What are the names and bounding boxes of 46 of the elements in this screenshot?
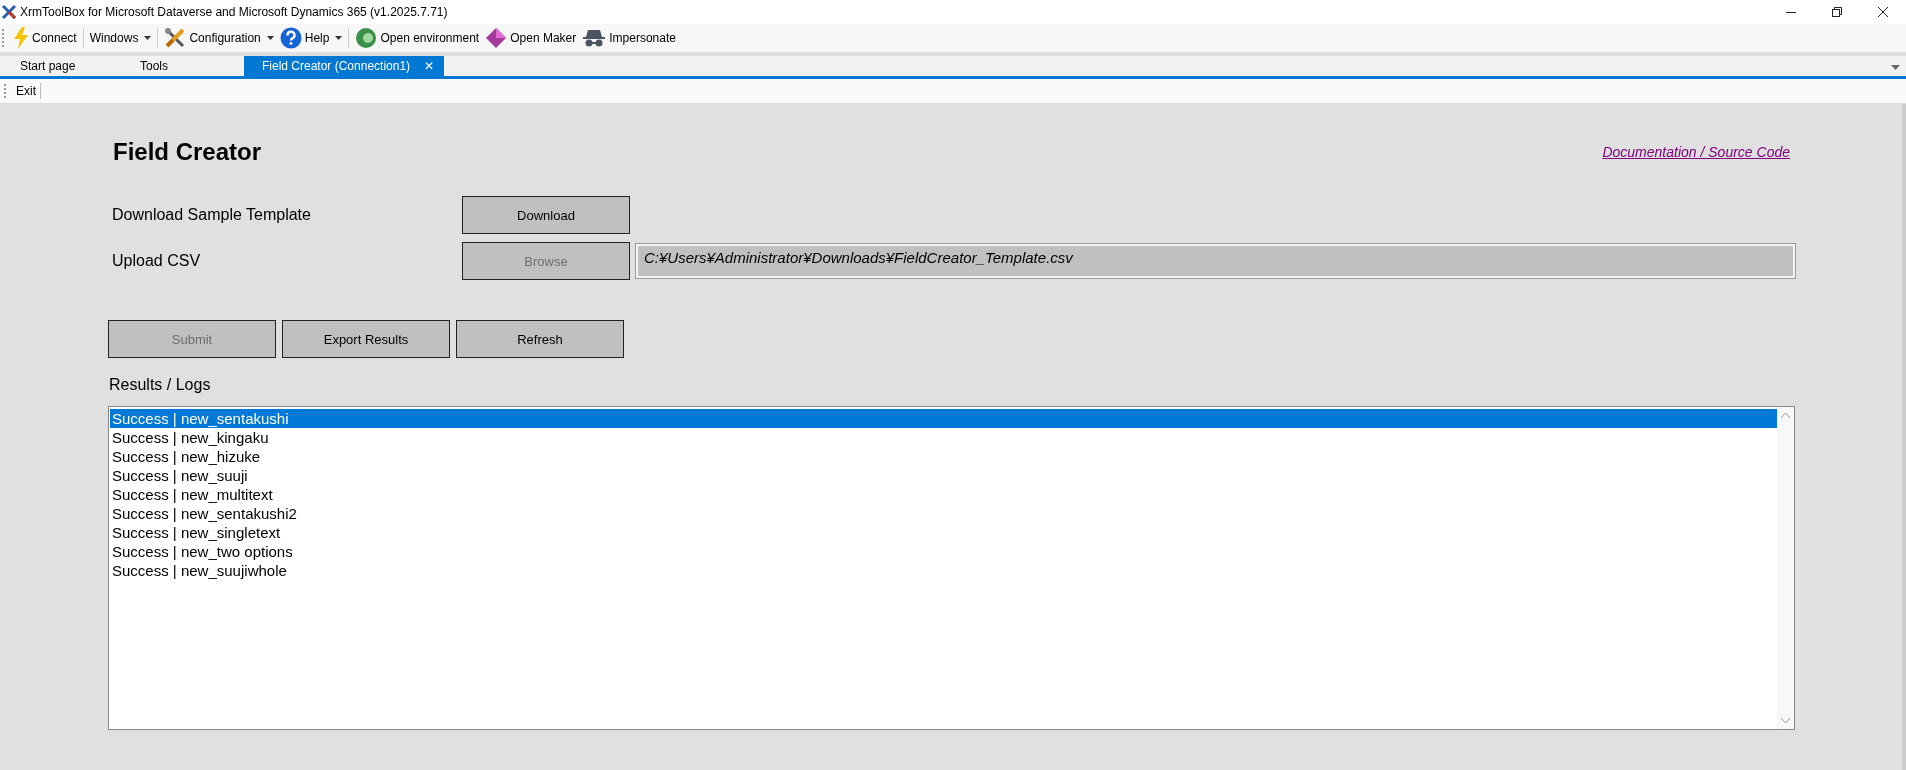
tab[interactable]: Start page <box>4 56 124 76</box>
log-entry[interactable]: Success | new_suujiwhole <box>110 561 1777 580</box>
tab[interactable]: Field Creator (Connection1) ✕ <box>244 56 445 76</box>
circle-logo-icon <box>355 27 378 49</box>
exit-button[interactable]: Exit <box>12 84 40 98</box>
toolbar-button[interactable]: Impersonate <box>579 25 679 51</box>
toolbar-button[interactable]: Connect <box>10 25 80 51</box>
section-label: Results / Logs <box>109 376 212 394</box>
action-button[interactable]: Export Results <box>282 320 450 358</box>
vertical-scrollbar[interactable] <box>1777 407 1794 729</box>
log-entry[interactable]: Success | new_singletext <box>110 523 1777 542</box>
lightning-icon <box>13 27 29 49</box>
scroll-up-icon[interactable] <box>1781 413 1790 418</box>
log-entry[interactable]: Success | new_sentakushi2 <box>110 504 1777 523</box>
field-label: Upload CSV <box>112 252 202 270</box>
download-button[interactable]: Download <box>462 196 630 234</box>
log-entry[interactable]: Success | new_suuji <box>110 466 1777 485</box>
log-entry[interactable]: Success | new_two options <box>110 542 1777 561</box>
tools-icon <box>164 27 187 49</box>
tab-close-button[interactable]: ✕ <box>424 59 435 73</box>
diamond-logo-icon <box>485 27 508 49</box>
scroll-down-icon[interactable] <box>1781 718 1790 723</box>
toolbar-grip <box>2 29 6 47</box>
hat-glasses-icon <box>582 28 607 48</box>
log-entry[interactable]: Success | new_sentakushi <box>110 409 1777 428</box>
field-label: Download Sample Template <box>112 206 312 224</box>
close-icon[interactable] <box>1877 6 1889 18</box>
toolbar-button[interactable]: Open environment <box>352 25 483 51</box>
restore-icon[interactable] <box>1831 6 1843 18</box>
page-heading: Field Creator <box>113 138 262 166</box>
tab[interactable]: Tools <box>124 56 244 76</box>
help-icon <box>279 27 302 49</box>
file-path-field[interactable]: C:¥Users¥Administrator¥Downloads¥FieldCreator_Template.csv <box>636 244 1795 278</box>
tab-list-caret-icon[interactable] <box>1891 65 1900 70</box>
toolbar-button[interactable]: Windows <box>86 25 155 51</box>
window-title: XrmToolBox for Microsoft Dataverse and Microsoft Dynamics 365 (v1.2025.7.71) <box>20 5 449 19</box>
toolbar-button[interactable]: Open Maker <box>482 25 580 51</box>
log-entry[interactable]: Success | new_kingaku <box>110 428 1777 447</box>
toolbar-button[interactable]: Help <box>276 25 346 51</box>
toolbar-grip <box>4 84 8 98</box>
log-entry[interactable]: Success | new_hizuke <box>110 447 1777 466</box>
app-logo-icon <box>2 5 16 19</box>
toolbar-button[interactable]: Configuration <box>161 25 277 51</box>
action-button[interactable]: Refresh <box>456 320 624 358</box>
documentation-link[interactable]: Documentation / Source Code <box>1602 144 1790 160</box>
log-entry[interactable]: Success | new_multitext <box>110 485 1777 504</box>
